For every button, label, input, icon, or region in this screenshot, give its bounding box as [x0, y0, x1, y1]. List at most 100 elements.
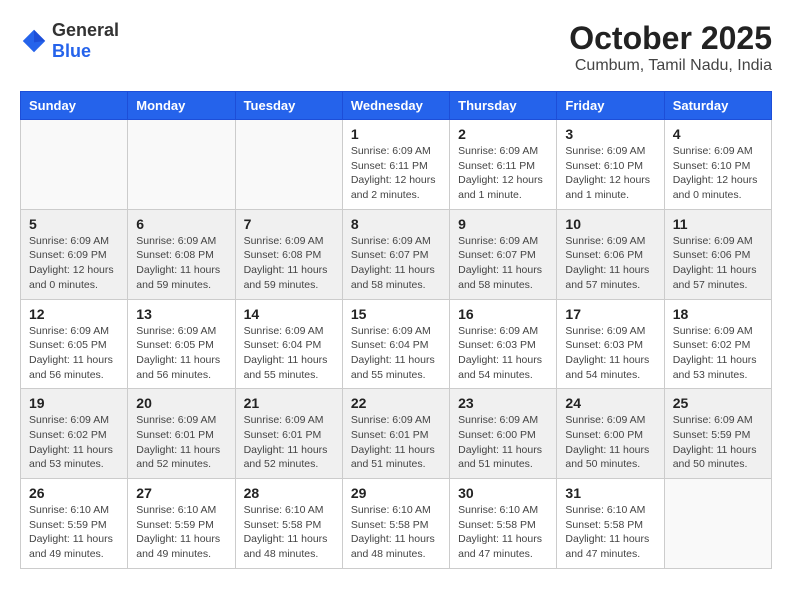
- calendar-day-cell: 13Sunrise: 6:09 AMSunset: 6:05 PMDayligh…: [128, 299, 235, 389]
- calendar-day-cell: 27 Sunrise: 6:10 AMSunset: 5:59 PMDayligh…: [128, 479, 235, 569]
- day-number: 31: [565, 485, 655, 501]
- location-title: Cumbum, Tamil Nadu, India: [569, 57, 772, 75]
- calendar-day-cell: 28 Sunrise: 6:10 AMSunset: 5:58 PMDayligh…: [235, 479, 342, 569]
- day-number: 14: [244, 306, 334, 322]
- day-number: 7: [244, 216, 334, 232]
- calendar-day-cell: [128, 120, 235, 210]
- weekday-header-wednesday: Wednesday: [342, 92, 449, 120]
- calendar-day-cell: [21, 120, 128, 210]
- day-info: Sunrise: 6:10 AMSunset: 5:59 PMDaylight:…: [136, 503, 226, 562]
- day-info: Sunrise: 6:09 AMSunset: 6:07 PMDaylight:…: [458, 234, 548, 293]
- day-info: Sunrise: 6:09 AMSunset: 6:11 PMDaylight:…: [351, 144, 441, 203]
- day-info: Sunrise: 6:10 AMSunset: 5:58 PMDaylight:…: [565, 503, 655, 562]
- day-number: 11: [673, 216, 763, 232]
- day-info: Sunrise: 6:10 AMSunset: 5:58 PMDaylight:…: [458, 503, 548, 562]
- day-info: Sunrise: 6:09 AMSunset: 6:03 PMDaylight:…: [458, 324, 548, 383]
- calendar-day-cell: 22 Sunrise: 6:09 AMSunset: 6:01 PMDayligh…: [342, 389, 449, 479]
- calendar-day-cell: [235, 120, 342, 210]
- day-info: Sunrise: 6:09 AMSunset: 6:02 PMDaylight:…: [673, 324, 763, 383]
- calendar-day-cell: 16 Sunrise: 6:09 AMSunset: 6:03 PMDayligh…: [450, 299, 557, 389]
- day-info: Sunrise: 6:09 AMSunset: 6:06 PMDaylight:…: [673, 234, 763, 293]
- day-number: 4: [673, 126, 763, 142]
- day-info: Sunrise: 6:09 AMSunset: 6:04 PMDaylight:…: [351, 324, 441, 383]
- calendar-day-cell: 9 Sunrise: 6:09 AMSunset: 6:07 PMDaylight…: [450, 209, 557, 299]
- weekday-header-saturday: Saturday: [664, 92, 771, 120]
- day-number: 3: [565, 126, 655, 142]
- logo-general: General: [52, 20, 119, 40]
- day-number: 25: [673, 395, 763, 411]
- calendar-day-cell: 15 Sunrise: 6:09 AMSunset: 6:04 PMDayligh…: [342, 299, 449, 389]
- calendar-day-cell: 24 Sunrise: 6:09 AMSunset: 6:00 PMDayligh…: [557, 389, 664, 479]
- day-info: Sunrise: 6:09 AMSunset: 6:08 PMDaylight:…: [136, 234, 226, 293]
- weekday-header-monday: Monday: [128, 92, 235, 120]
- calendar-day-cell: 8Sunrise: 6:09 AMSunset: 6:07 PMDaylight…: [342, 209, 449, 299]
- title-block: October 2025 Cumbum, Tamil Nadu, India: [569, 20, 772, 75]
- day-info: Sunrise: 6:10 AMSunset: 5:59 PMDaylight:…: [29, 503, 119, 562]
- logo: General Blue: [20, 20, 119, 62]
- day-number: 23: [458, 395, 548, 411]
- calendar-day-cell: 17Sunrise: 6:09 AMSunset: 6:03 PMDayligh…: [557, 299, 664, 389]
- day-number: 24: [565, 395, 655, 411]
- day-number: 22: [351, 395, 441, 411]
- calendar-week-row: 1 Sunrise: 6:09 AMSunset: 6:11 PMDaylight…: [21, 120, 772, 210]
- weekday-header-thursday: Thursday: [450, 92, 557, 120]
- calendar-day-cell: 18 Sunrise: 6:09 AMSunset: 6:02 PMDayligh…: [664, 299, 771, 389]
- calendar-day-cell: 6 Sunrise: 6:09 AMSunset: 6:08 PMDaylight…: [128, 209, 235, 299]
- day-info: Sunrise: 6:09 AMSunset: 6:08 PMDaylight:…: [244, 234, 334, 293]
- day-number: 17: [565, 306, 655, 322]
- day-info: Sunrise: 6:09 AMSunset: 6:01 PMDaylight:…: [136, 413, 226, 472]
- calendar-week-row: 26Sunrise: 6:10 AMSunset: 5:59 PMDayligh…: [21, 479, 772, 569]
- day-info: Sunrise: 6:09 AMSunset: 6:01 PMDaylight:…: [351, 413, 441, 472]
- day-number: 27: [136, 485, 226, 501]
- calendar-day-cell: 12Sunrise: 6:09 AMSunset: 6:05 PMDayligh…: [21, 299, 128, 389]
- logo-text: General Blue: [52, 20, 119, 62]
- day-number: 16: [458, 306, 548, 322]
- calendar-day-cell: 7 Sunrise: 6:09 AMSunset: 6:08 PMDaylight…: [235, 209, 342, 299]
- day-number: 30: [458, 485, 548, 501]
- month-title: October 2025: [569, 20, 772, 57]
- day-info: Sunrise: 6:09 AMSunset: 6:06 PMDaylight:…: [565, 234, 655, 293]
- day-number: 29: [351, 485, 441, 501]
- calendar-week-row: 12Sunrise: 6:09 AMSunset: 6:05 PMDayligh…: [21, 299, 772, 389]
- day-number: 18: [673, 306, 763, 322]
- calendar-table: SundayMondayTuesdayWednesdayThursdayFrid…: [20, 91, 772, 569]
- calendar-week-row: 19Sunrise: 6:09 AMSunset: 6:02 PMDayligh…: [21, 389, 772, 479]
- page-header: General Blue October 2025 Cumbum, Tamil …: [20, 20, 772, 75]
- day-info: Sunrise: 6:10 AMSunset: 5:58 PMDaylight:…: [244, 503, 334, 562]
- logo-icon: [20, 27, 48, 55]
- weekday-header-sunday: Sunday: [21, 92, 128, 120]
- calendar-day-cell: 2 Sunrise: 6:09 AMSunset: 6:11 PMDaylight…: [450, 120, 557, 210]
- day-number: 21: [244, 395, 334, 411]
- day-number: 9: [458, 216, 548, 232]
- calendar-day-cell: 31 Sunrise: 6:10 AMSunset: 5:58 PMDayligh…: [557, 479, 664, 569]
- day-info: Sunrise: 6:09 AMSunset: 6:11 PMDaylight:…: [458, 144, 548, 203]
- day-number: 15: [351, 306, 441, 322]
- calendar-day-cell: 30 Sunrise: 6:10 AMSunset: 5:58 PMDayligh…: [450, 479, 557, 569]
- calendar-day-cell: 3Sunrise: 6:09 AMSunset: 6:10 PMDaylight…: [557, 120, 664, 210]
- calendar-day-cell: 10 Sunrise: 6:09 AMSunset: 6:06 PMDayligh…: [557, 209, 664, 299]
- calendar-day-cell: 5Sunrise: 6:09 AMSunset: 6:09 PMDaylight…: [21, 209, 128, 299]
- day-info: Sunrise: 6:09 AMSunset: 6:01 PMDaylight:…: [244, 413, 334, 472]
- day-info: Sunrise: 6:09 AMSunset: 6:00 PMDaylight:…: [565, 413, 655, 472]
- day-number: 2: [458, 126, 548, 142]
- day-info: Sunrise: 6:09 AMSunset: 5:59 PMDaylight:…: [673, 413, 763, 472]
- calendar-week-row: 5Sunrise: 6:09 AMSunset: 6:09 PMDaylight…: [21, 209, 772, 299]
- day-info: Sunrise: 6:09 AMSunset: 6:05 PMDaylight:…: [136, 324, 226, 383]
- day-number: 19: [29, 395, 119, 411]
- calendar-day-cell: 19Sunrise: 6:09 AMSunset: 6:02 PMDayligh…: [21, 389, 128, 479]
- day-number: 6: [136, 216, 226, 232]
- day-number: 28: [244, 485, 334, 501]
- day-info: Sunrise: 6:10 AMSunset: 5:58 PMDaylight:…: [351, 503, 441, 562]
- calendar-day-cell: 4Sunrise: 6:09 AMSunset: 6:10 PMDaylight…: [664, 120, 771, 210]
- day-info: Sunrise: 6:09 AMSunset: 6:00 PMDaylight:…: [458, 413, 548, 472]
- calendar-day-cell: 20Sunrise: 6:09 AMSunset: 6:01 PMDayligh…: [128, 389, 235, 479]
- calendar-day-cell: [664, 479, 771, 569]
- calendar-day-cell: 11 Sunrise: 6:09 AMSunset: 6:06 PMDayligh…: [664, 209, 771, 299]
- day-number: 8: [351, 216, 441, 232]
- day-number: 10: [565, 216, 655, 232]
- weekday-header-friday: Friday: [557, 92, 664, 120]
- calendar-day-cell: 1 Sunrise: 6:09 AMSunset: 6:11 PMDaylight…: [342, 120, 449, 210]
- day-info: Sunrise: 6:09 AMSunset: 6:04 PMDaylight:…: [244, 324, 334, 383]
- calendar-day-cell: 21 Sunrise: 6:09 AMSunset: 6:01 PMDayligh…: [235, 389, 342, 479]
- day-number: 1: [351, 126, 441, 142]
